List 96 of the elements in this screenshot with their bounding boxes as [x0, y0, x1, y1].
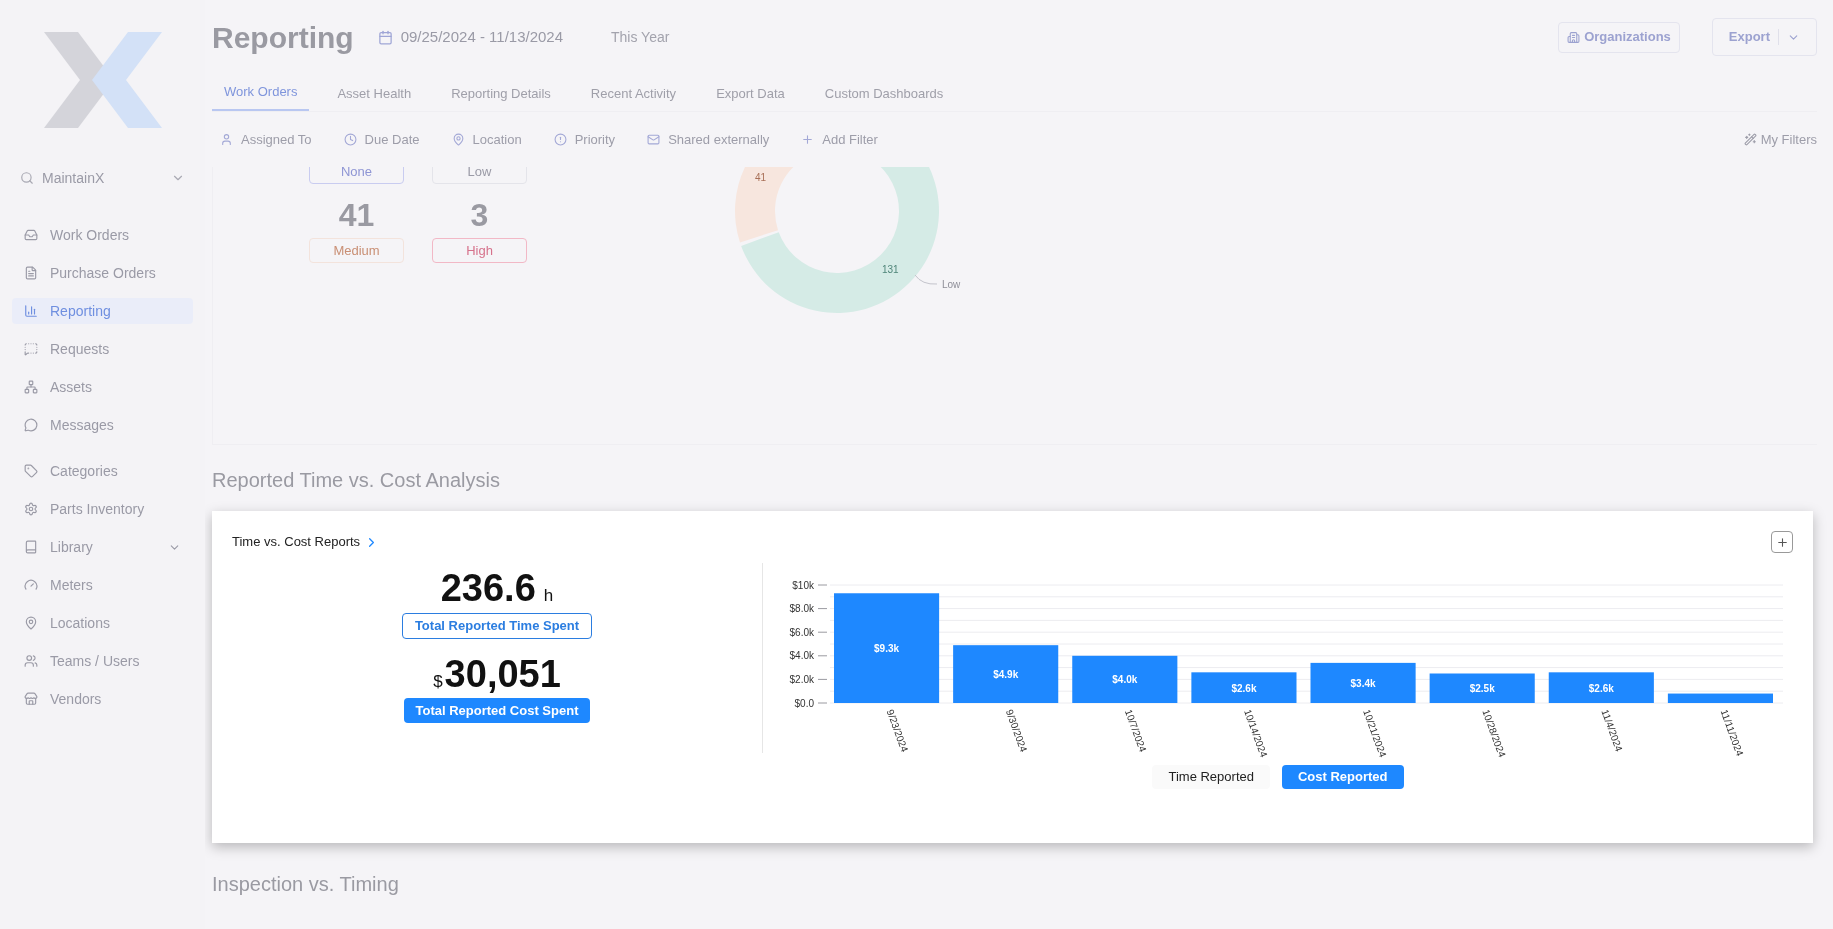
gear-icon	[24, 502, 38, 516]
currency-symbol: $	[433, 670, 443, 693]
sidebar-item[interactable]: Purchase Orders	[12, 260, 193, 286]
plus-icon	[801, 133, 815, 146]
time-label: Total Reported Time Spent	[401, 612, 593, 639]
bar[interactable]	[1667, 693, 1773, 703]
bar-value-label: $3.4k	[1350, 677, 1376, 689]
time-value: 236.6	[440, 566, 536, 611]
y-tick-label: $6.0k	[789, 626, 814, 638]
plus-icon	[1775, 535, 1789, 549]
tag-icon	[24, 464, 38, 478]
time-unit: h	[543, 585, 554, 607]
book-icon	[24, 540, 38, 554]
gauge-icon	[24, 578, 38, 592]
cost-value: 30,051	[444, 651, 561, 697]
tab[interactable]: Export Data	[704, 83, 797, 111]
sidebar-item[interactable]: Requests	[12, 336, 193, 362]
alert-icon	[553, 133, 567, 146]
sidebar-item[interactable]: Reporting	[12, 298, 193, 324]
priority-count: 41	[338, 196, 375, 235]
search-icon	[20, 171, 34, 185]
priority-label[interactable]: Low	[432, 167, 527, 184]
bar[interactable]	[1310, 662, 1416, 703]
bar-value-label: $2.6k	[1231, 682, 1257, 694]
toggle-option[interactable]: Time Reported	[1152, 765, 1270, 789]
sidebar-item[interactable]: Library	[12, 534, 193, 560]
tab[interactable]: Asset Health	[325, 83, 424, 111]
filter-chip[interactable]: Assigned To	[212, 125, 320, 154]
tab[interactable]: Recent Activity	[578, 83, 689, 111]
bar[interactable]	[1072, 655, 1178, 703]
bar-value-label: $9.3k	[874, 643, 900, 655]
sidebar-item[interactable]: Teams / Users	[12, 648, 193, 674]
filter-chip[interactable]: Priority	[545, 125, 624, 154]
users-icon	[24, 654, 38, 668]
logo-icon	[43, 32, 162, 128]
toggle-option[interactable]: Cost Reported	[1281, 765, 1404, 789]
date-range[interactable]: 09/25/2024 - 11/13/2024	[400, 25, 564, 49]
organizations-button[interactable]: Organizations	[1558, 21, 1680, 53]
bar[interactable]	[1191, 672, 1297, 703]
y-tick-label: $4.0k	[789, 650, 814, 662]
tab[interactable]: Reporting Details	[439, 83, 563, 111]
tab[interactable]: Custom Dashboards	[812, 83, 956, 111]
period-label[interactable]: This Year	[611, 26, 670, 48]
clock-icon	[343, 133, 357, 146]
y-tick-label: $10k	[792, 579, 814, 591]
bar-value-label: $4.0k	[1112, 674, 1138, 686]
export-button[interactable]: Export	[1711, 18, 1817, 56]
filter-chip[interactable]: Location	[443, 125, 530, 154]
bar[interactable]	[953, 645, 1059, 703]
sidebar-item[interactable]: Messages	[12, 412, 193, 438]
priority-label[interactable]: High	[432, 238, 527, 263]
add-button[interactable]	[1771, 531, 1793, 553]
section-title: Reported Time vs. Cost Analysis	[212, 468, 501, 493]
bar[interactable]	[1429, 673, 1535, 703]
sidebar-item[interactable]: Work Orders	[12, 222, 193, 248]
sidebar-item[interactable]: Meters	[12, 572, 193, 598]
workspace-switcher[interactable]: MaintainX	[42, 168, 163, 188]
document-icon	[24, 266, 38, 280]
store-icon	[24, 692, 38, 706]
hierarchy-icon	[24, 380, 38, 394]
priority-label[interactable]: Medium	[309, 238, 404, 263]
inbox-icon	[24, 228, 38, 242]
card-title-link[interactable]: Time vs. Cost Reports	[232, 532, 380, 552]
page-title: Reporting	[212, 19, 354, 56]
y-tick-label: $8.0k	[789, 603, 814, 615]
wand-icon	[1743, 133, 1757, 146]
sidebar-item[interactable]: Categories	[12, 458, 193, 484]
bar-value-label: $4.9k	[993, 669, 1019, 681]
bar-value-label: $2.6k	[1588, 682, 1614, 694]
sidebar-item[interactable]: Parts Inventory	[12, 496, 193, 522]
y-tick-label: $2.0k	[789, 673, 814, 685]
y-tick-label: $0.0	[794, 697, 814, 709]
chat-bubble-icon	[24, 418, 38, 432]
sidebar-item[interactable]: Locations	[12, 610, 193, 636]
section-title: Inspection vs. Timing	[212, 872, 400, 897]
filter-chip[interactable]: Due Date	[335, 125, 428, 154]
map-pin-icon	[451, 133, 465, 146]
bar[interactable]	[834, 593, 940, 703]
calendar-icon[interactable]	[377, 29, 393, 45]
sidebar-item[interactable]: Vendors	[12, 686, 193, 712]
mail-icon	[647, 133, 661, 146]
my-filters-button[interactable]: My Filters	[1743, 129, 1817, 150]
building-icon	[1567, 30, 1581, 44]
bar-chart-icon	[24, 304, 38, 318]
priority-label[interactable]: None	[309, 167, 404, 184]
sidebar-item[interactable]: Assets	[12, 374, 193, 400]
priority-count: 3	[470, 196, 489, 235]
cost-label: Total Reported Cost Spent	[403, 698, 591, 723]
map-pin-icon	[24, 616, 38, 630]
filter-chip[interactable]: Shared externally	[639, 125, 778, 154]
tab[interactable]: Work Orders	[212, 81, 310, 111]
filter-chip[interactable]: Add Filter	[793, 125, 886, 154]
bar[interactable]	[1548, 672, 1654, 703]
person-icon	[220, 133, 233, 146]
bar-value-label: $2.5k	[1469, 683, 1495, 695]
message-icon	[24, 342, 38, 356]
